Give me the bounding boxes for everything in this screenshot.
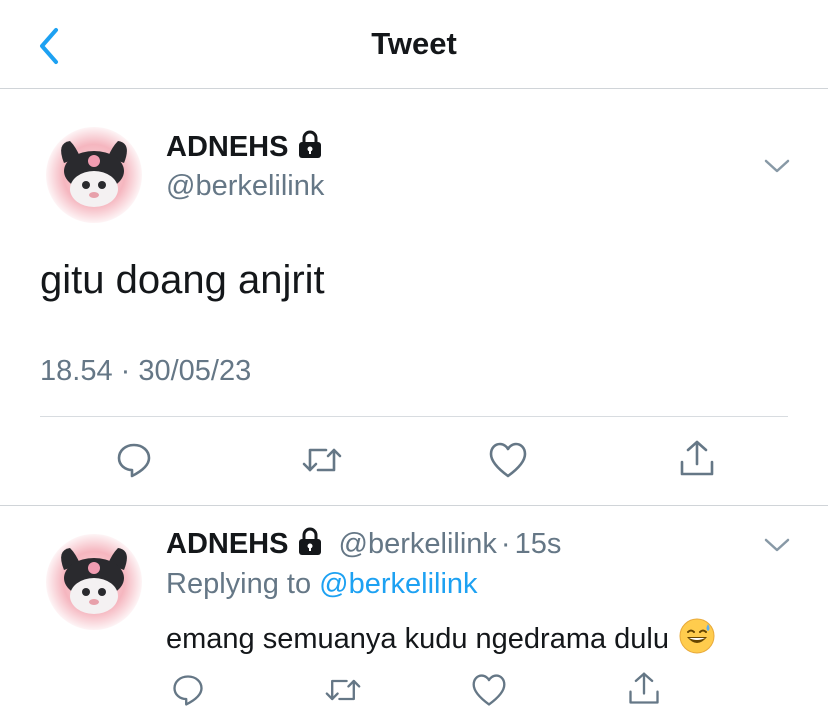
name-text: ADNEHS — [166, 131, 289, 163]
reply-button[interactable] — [114, 440, 154, 485]
reply-display-name[interactable]: ADNEHS — [166, 528, 288, 560]
tweet-timestamp: 18.54 · 30/05/23 — [40, 355, 252, 387]
reply-reply-button[interactable] — [170, 672, 206, 713]
replying-to-handle-link[interactable]: @berkelilink — [319, 568, 477, 600]
header-bar: Tweet — [0, 0, 828, 89]
lock-icon — [296, 130, 324, 166]
chevron-down-icon — [764, 159, 790, 173]
reply-icon — [173, 675, 203, 706]
tweet-text: gitu doang anjrit — [40, 258, 325, 302]
separator-dot: · — [500, 528, 511, 560]
reply-options-button[interactable] — [763, 535, 791, 560]
page-title: Tweet — [371, 26, 457, 61]
reply-avatar[interactable] — [46, 534, 142, 630]
reply-handle[interactable]: @berkelilink — [339, 528, 497, 560]
share-icon — [629, 672, 659, 704]
reply-text-line: emang semuanya kudu ngedrama dulu — [166, 618, 715, 662]
replying-to-line: Replying to @berkelilink — [166, 568, 478, 601]
reply-share-button[interactable] — [626, 670, 662, 713]
grinning-sweat-emoji — [679, 618, 715, 662]
replying-to-label: Replying to — [166, 568, 312, 600]
reply-like-button[interactable] — [470, 672, 508, 713]
retweet-button[interactable] — [300, 440, 344, 485]
reply-header: ADNEHS @berkelilink · 15s — [166, 527, 561, 563]
user-handle[interactable]: @berkelilink — [166, 170, 324, 203]
heart-icon — [472, 674, 506, 706]
reply-retweet-button[interactable] — [323, 672, 363, 713]
reply-text: emang semuanya kudu ngedrama dulu — [166, 623, 669, 655]
share-icon — [680, 440, 714, 476]
retweet-icon — [302, 448, 342, 472]
like-button[interactable] — [487, 440, 529, 485]
kuromi-avatar-image — [61, 141, 127, 207]
divider — [40, 416, 788, 417]
user-display-name[interactable]: ADNEHS — [166, 130, 324, 166]
reply-time: 15s — [514, 528, 562, 560]
kuromi-avatar-image — [61, 548, 127, 614]
share-button[interactable] — [677, 438, 717, 485]
divider — [0, 505, 828, 506]
avatar[interactable] — [46, 127, 142, 223]
chevron-down-icon — [764, 538, 790, 552]
lock-icon — [296, 527, 324, 563]
retweet-icon — [325, 679, 361, 701]
tweet-options-button[interactable] — [763, 156, 791, 181]
reply-icon — [117, 443, 151, 478]
heart-icon — [489, 442, 527, 478]
